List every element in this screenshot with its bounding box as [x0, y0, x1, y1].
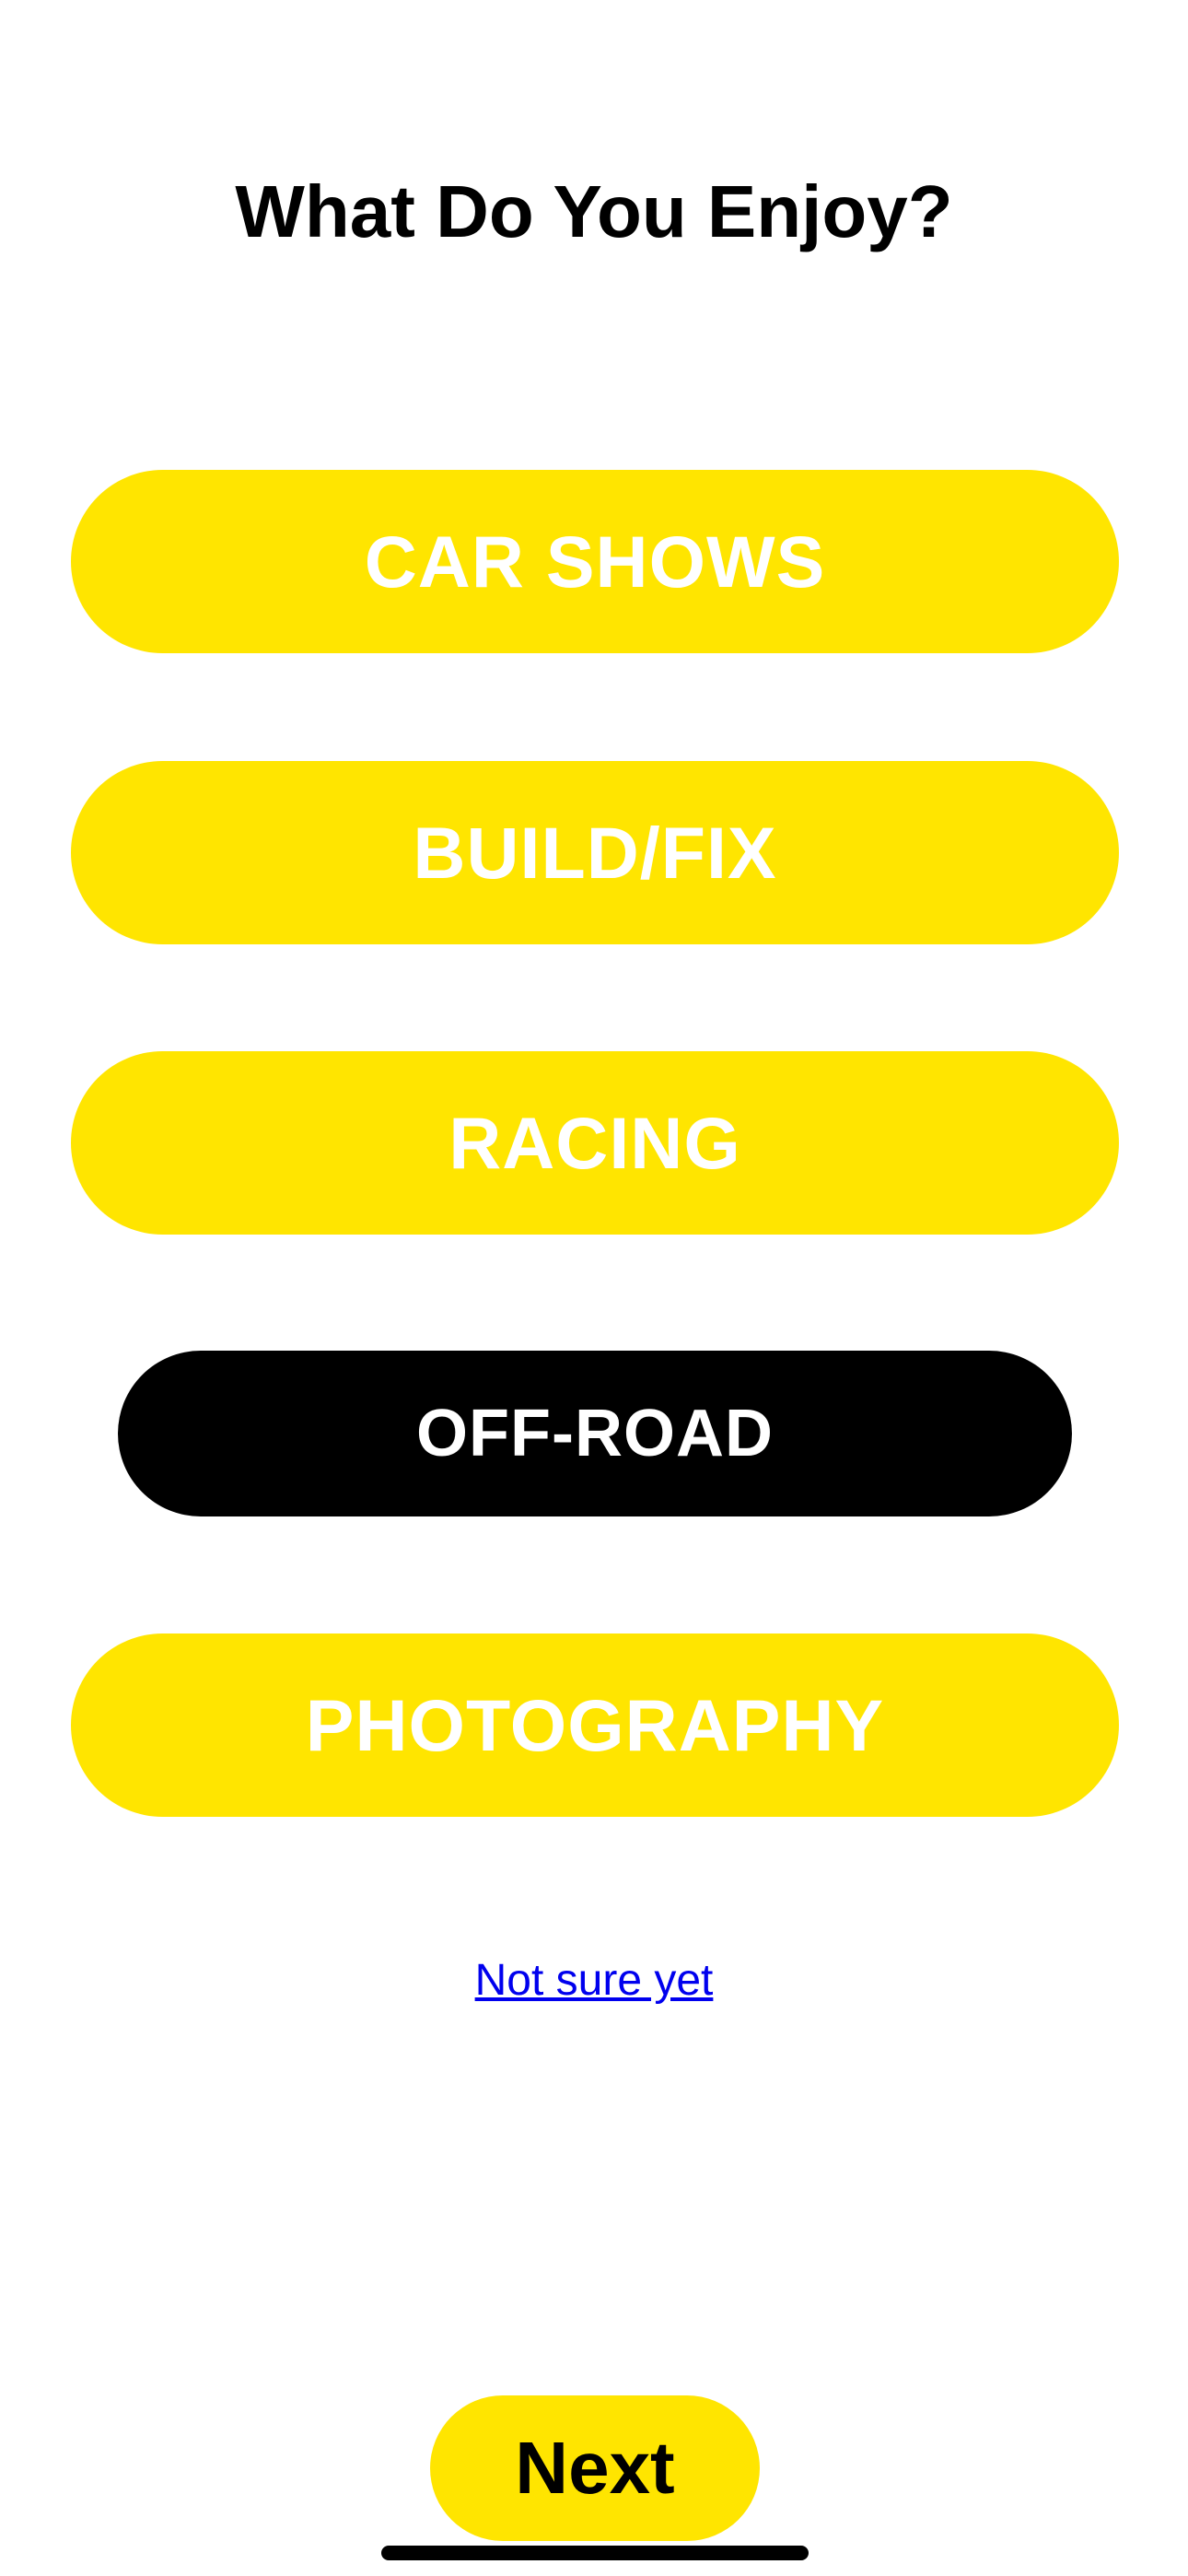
- home-indicator[interactable]: [381, 2546, 809, 2560]
- option-car-shows-button[interactable]: CAR SHOWS: [71, 470, 1119, 653]
- option-off-road-button[interactable]: OFF-ROAD: [118, 1351, 1072, 1516]
- option-photography-button[interactable]: PHOTOGRAPHY: [71, 1633, 1119, 1817]
- option-build-fix-button[interactable]: BUILD/FIX: [71, 761, 1119, 944]
- not-sure-yet-link-row: Not sure yet: [0, 1953, 1188, 2008]
- not-sure-yet-link[interactable]: Not sure yet: [475, 1956, 714, 2005]
- option-racing-button[interactable]: RACING: [71, 1051, 1119, 1235]
- next-button[interactable]: Next: [430, 2395, 760, 2541]
- page-title: What Do You Enjoy?: [235, 170, 953, 252]
